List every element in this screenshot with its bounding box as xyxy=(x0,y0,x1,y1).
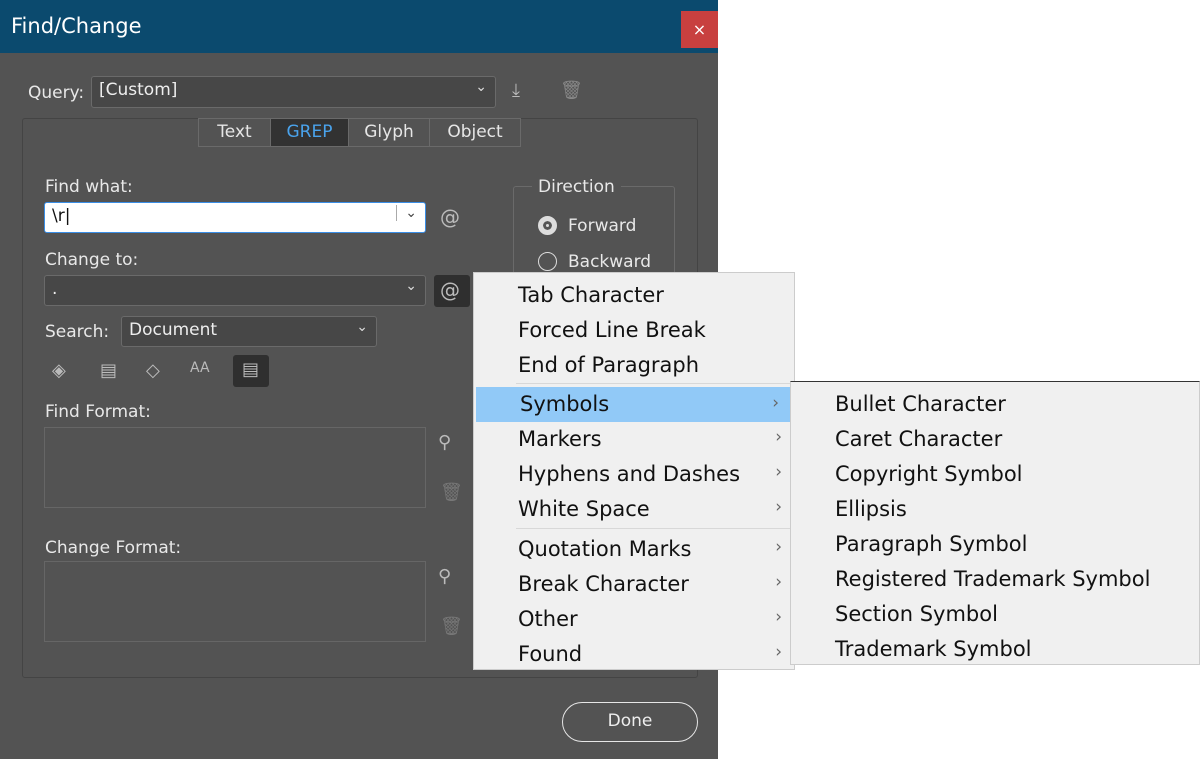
symbols-submenu: Bullet Character Caret Character Copyrig… xyxy=(790,381,1200,665)
menu-item-markers[interactable]: Markers xyxy=(518,422,788,457)
change-format-label: Change Format: xyxy=(45,538,182,558)
menu-item-label: Symbols xyxy=(520,392,610,416)
backward-radio[interactable] xyxy=(538,252,557,271)
tab-text[interactable]: Text xyxy=(198,118,271,147)
submenu-item-registered-trademark-symbol[interactable]: Registered Trademark Symbol xyxy=(835,562,1150,597)
menu-item-quotation-marks[interactable]: Quotation Marks xyxy=(518,532,691,567)
find-what-value: \r xyxy=(52,206,65,226)
find-what-input[interactable]: \r| ⌄ xyxy=(44,202,426,233)
menu-item-other[interactable]: Other xyxy=(518,602,578,637)
window-title: Find/Change xyxy=(11,14,142,38)
submenu-item-bullet-character[interactable]: Bullet Character xyxy=(835,387,1006,422)
change-to-input[interactable]: . ⌄ xyxy=(44,275,426,306)
tab-object[interactable]: Object xyxy=(429,118,521,147)
submenu-item-trademark-symbol[interactable]: Trademark Symbol xyxy=(835,632,1032,667)
special-characters-icon[interactable]: @ xyxy=(440,205,460,229)
query-label: Query: xyxy=(28,83,85,103)
change-format-box[interactable] xyxy=(44,561,426,642)
done-button[interactable]: Done xyxy=(562,702,698,742)
menu-item-found[interactable]: Found xyxy=(518,637,582,672)
case-sensitive-icon[interactable]: AA xyxy=(190,360,210,376)
menu-item-hyphens-and-dashes[interactable]: Hyphens and Dashes xyxy=(518,457,740,492)
direction-label: Direction xyxy=(532,177,621,197)
save-query-icon[interactable]: ⤓ xyxy=(512,80,520,101)
locked-layers-icon[interactable]: ◈ xyxy=(52,360,66,381)
tab-glyph[interactable]: Glyph xyxy=(348,118,430,147)
chevron-right-icon: › xyxy=(775,642,782,662)
find-format-label: Find Format: xyxy=(45,402,151,422)
query-value: [Custom] xyxy=(99,80,178,100)
hidden-layers-icon[interactable]: ◇ xyxy=(146,360,160,381)
title-bar: Find/Change xyxy=(0,0,718,53)
submenu-item-section-symbol[interactable]: Section Symbol xyxy=(835,597,998,632)
chevron-down-icon[interactable]: ⌄ xyxy=(405,278,417,294)
chevron-down-icon: ⌄ xyxy=(356,319,368,335)
menu-item-white-space[interactable]: White Space xyxy=(518,492,650,527)
chevron-right-icon: › xyxy=(775,462,782,482)
find-what-label: Find what: xyxy=(45,177,133,197)
trash-icon[interactable]: 🗑 xyxy=(560,80,583,101)
special-characters-menu: Tab Character Forced Line Break End of P… xyxy=(473,272,795,670)
find-format-box[interactable] xyxy=(44,427,426,508)
chevron-right-icon: › xyxy=(775,607,782,627)
search-label: Search: xyxy=(45,322,110,342)
chevron-right-icon: › xyxy=(775,537,782,557)
special-characters-icon[interactable]: @ xyxy=(434,275,470,307)
menu-item-forced-line-break[interactable]: Forced Line Break xyxy=(518,313,706,348)
forward-label: Forward xyxy=(568,216,637,236)
menu-item-symbols[interactable]: Symbols › xyxy=(476,387,791,422)
close-button[interactable]: × xyxy=(681,11,718,48)
query-select[interactable]: [Custom] ⌄ xyxy=(91,76,496,108)
clear-format-icon[interactable]: 🗑 xyxy=(440,616,463,637)
submenu-item-paragraph-symbol[interactable]: Paragraph Symbol xyxy=(835,527,1027,562)
footnotes-icon[interactable]: ▤ xyxy=(233,355,269,387)
locked-stories-icon[interactable]: ▤ xyxy=(100,360,117,381)
change-to-value: . xyxy=(52,279,58,299)
clear-format-icon[interactable]: 🗑 xyxy=(440,482,463,503)
chevron-down-icon: ⌄ xyxy=(475,79,487,95)
tab-grep[interactable]: GREP xyxy=(270,118,349,147)
backward-label: Backward xyxy=(568,252,652,272)
menu-item-tab-character[interactable]: Tab Character xyxy=(518,278,664,313)
forward-radio[interactable] xyxy=(538,216,557,235)
menu-item-break-character[interactable]: Break Character xyxy=(518,567,689,602)
specify-format-icon[interactable]: ⚲ xyxy=(438,566,451,587)
search-value: Document xyxy=(129,320,218,340)
specify-format-icon[interactable]: ⚲ xyxy=(438,432,451,453)
submenu-item-copyright-symbol[interactable]: Copyright Symbol xyxy=(835,457,1023,492)
submenu-item-ellipsis[interactable]: Ellipsis xyxy=(835,492,907,527)
submenu-item-caret-character[interactable]: Caret Character xyxy=(835,422,1002,457)
chevron-right-icon: › xyxy=(775,497,782,517)
chevron-down-icon[interactable]: ⌄ xyxy=(396,205,417,221)
chevron-right-icon: › xyxy=(775,572,782,592)
menu-item-end-of-paragraph[interactable]: End of Paragraph xyxy=(518,348,699,383)
menu-item-label: Markers xyxy=(518,427,602,451)
search-select[interactable]: Document ⌄ xyxy=(121,316,377,347)
chevron-right-icon: › xyxy=(775,427,782,447)
change-to-label: Change to: xyxy=(45,250,139,270)
chevron-right-icon: › xyxy=(772,393,779,413)
